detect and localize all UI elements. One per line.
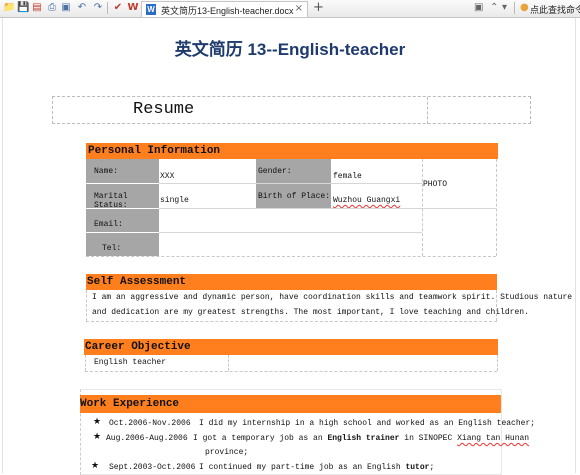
- table-rule: [422, 159, 423, 256]
- minimize-ribbon-icon[interactable]: ⌃: [490, 2, 498, 13]
- new-tab-icon[interactable]: +: [313, 0, 324, 15]
- email-label: Email:: [86, 209, 159, 232]
- career-objective-header: Career Objective: [84, 339, 498, 355]
- work-item-continuation[interactable]: province;: [205, 448, 248, 457]
- undo-icon[interactable]: ↶: [76, 2, 88, 14]
- word-document-icon: W: [146, 4, 156, 15]
- photo-placeholder[interactable]: PHOTO: [423, 180, 447, 189]
- work-item-text-pre: I continued my part-time job as an Engli…: [199, 463, 401, 472]
- work-item-text[interactable]: I continued my part-time job as an Engli…: [199, 463, 434, 472]
- document-title: 英文简历 13--English-teacher: [174, 40, 406, 59]
- star-bullet-icon: ★: [93, 432, 102, 442]
- work-item-place: Xiang tan Hunan: [457, 434, 530, 443]
- name-label: Name:: [86, 159, 159, 183]
- career-objective-value[interactable]: English teacher: [94, 358, 166, 367]
- toolbar-separator: [107, 2, 108, 14]
- self-assessment-line-1[interactable]: I am an aggressive and dynamic person, h…: [92, 293, 572, 302]
- command-search[interactable]: ● 点此查找命令: [520, 0, 580, 17]
- work-item-date[interactable]: Sept.2003-Oct.2006: [109, 463, 195, 472]
- page-edge-right: [575, 18, 576, 473]
- save-icon[interactable]: 💾: [17, 2, 29, 14]
- window-tile-icon[interactable]: ▣: [474, 2, 483, 13]
- toolbar-separator: [514, 2, 515, 14]
- table-rule: [497, 355, 498, 371]
- work-item-bold: tutor: [405, 463, 430, 472]
- personal-information-header: Personal Information: [86, 143, 498, 159]
- gender-value[interactable]: female: [333, 172, 362, 181]
- table-rule: [159, 208, 496, 209]
- open-folder-icon[interactable]: 📁: [3, 2, 15, 14]
- format-painter-icon[interactable]: ✔: [112, 2, 124, 14]
- table-rule: [159, 232, 422, 233]
- work-item-bold: English trainer: [327, 434, 400, 443]
- redo-icon[interactable]: ↷: [92, 2, 104, 14]
- star-bullet-icon: ★: [93, 417, 102, 427]
- work-item-text[interactable]: I did my internship in a high school and…: [199, 419, 535, 428]
- table-rule: [86, 256, 496, 257]
- table-divider: [427, 97, 429, 124]
- work-item-date[interactable]: Aug.2006-Aug.2006: [106, 434, 188, 443]
- resume-heading-table: Resume: [52, 96, 531, 124]
- table-rule: [496, 159, 497, 256]
- document-tab[interactable]: W 英文简历13-English-teacher.docx ×: [141, 1, 308, 17]
- quick-access-toolbar: 📁 💾 ▤ ⎙ ▣ ↶ ↷ ✔ W W 英文简历13-English-teach…: [0, 0, 580, 18]
- birth-place-value[interactable]: Wuzhou Guangxi: [333, 196, 400, 205]
- birth-place-label: Birth of Place:: [256, 184, 331, 208]
- table-rule: [496, 290, 497, 321]
- work-item-date[interactable]: Oct.2006-Nov.2006: [109, 419, 191, 428]
- work-item-text-post: in SINOPEC: [404, 434, 453, 443]
- resume-heading: Resume: [133, 100, 195, 119]
- tel-label: Tel:: [86, 233, 159, 256]
- self-assessment-line-2[interactable]: and dedication are my greatest strengths…: [92, 308, 529, 317]
- command-search-label: 点此查找命令: [530, 5, 580, 15]
- marital-status-label: Marital Status:: [86, 184, 159, 210]
- work-experience-header: Work Experience: [80, 395, 501, 413]
- name-value[interactable]: XXX: [160, 172, 174, 181]
- marital-status-value[interactable]: single: [160, 196, 189, 205]
- star-bullet-icon: ★: [91, 461, 100, 471]
- tab-label: 英文简历13-English-teacher.docx: [161, 6, 294, 16]
- print-icon[interactable]: ⎙: [46, 2, 58, 14]
- work-item-text-pre: I got a temporary job as an: [193, 434, 323, 443]
- export-pdf-icon[interactable]: ▤: [31, 2, 43, 14]
- self-assessment-header: Self Assessment: [86, 274, 497, 290]
- table-rule: [86, 321, 497, 322]
- wps-icon[interactable]: W: [127, 2, 139, 14]
- work-item-text[interactable]: I got a temporary job as an English trai…: [193, 434, 529, 443]
- table-rule: [85, 355, 86, 371]
- table-rule: [228, 355, 229, 371]
- print-preview-icon[interactable]: ▣: [60, 2, 72, 14]
- table-rule: [86, 290, 87, 321]
- table-rule: [159, 183, 422, 184]
- lightbulb-icon: ●: [520, 2, 529, 13]
- dropdown-icon[interactable]: ▾: [502, 2, 507, 13]
- work-item-text-post: ;: [429, 463, 435, 472]
- table-rule: [85, 371, 497, 372]
- close-icon[interactable]: ×: [295, 3, 303, 14]
- page-edge-left: [2, 18, 3, 473]
- gender-label: Gender:: [256, 159, 331, 183]
